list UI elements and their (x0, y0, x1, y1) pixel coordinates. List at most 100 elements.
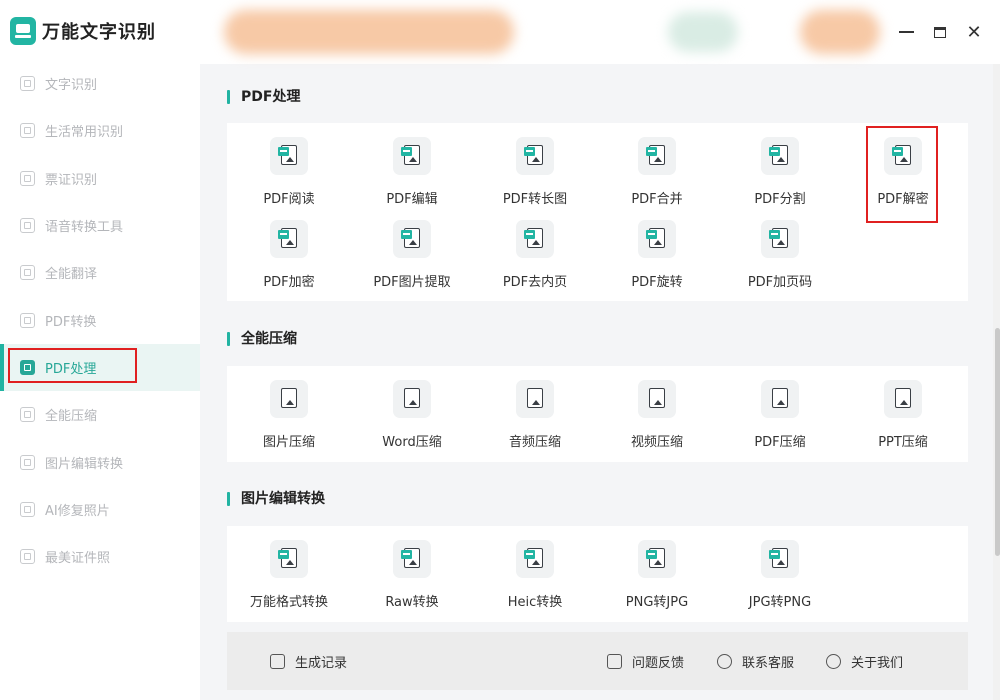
sidebar-item-label: 全能压缩 (45, 409, 98, 425)
tool-label: Raw转换 (385, 595, 439, 610)
maximize-icon (934, 26, 946, 38)
tool-pdf-remove-page[interactable]: PDF去内页 (474, 220, 596, 300)
tool-pdf-merge[interactable]: PDF合并 (596, 137, 718, 217)
audio-compress-icon (516, 380, 554, 418)
tool-label: PDF阅读 (263, 192, 315, 207)
sidebar-item-text-recognition[interactable]: 文字识别 (0, 60, 200, 107)
tool-label: PDF编辑 (386, 192, 438, 207)
pdf-read-icon (270, 137, 308, 175)
tool-pdf-image-extract[interactable]: PDF图片提取 (351, 220, 473, 300)
contact-service-button[interactable]: 联系客服 (717, 652, 794, 671)
sidebar-item-pdf-convert[interactable]: PDF转换 (0, 296, 200, 343)
about-button[interactable]: 关于我们 (826, 652, 903, 671)
section-title-pdf: PDF处理 (227, 88, 300, 106)
tool-label: 视频压缩 (630, 435, 683, 450)
clipboard-icon (270, 654, 285, 669)
footer-bar: 生成记录 问题反馈 联系客服 关于我们 (227, 632, 968, 690)
translate-icon (20, 265, 35, 281)
tool-pdf-split[interactable]: PDF分割 (719, 137, 841, 217)
minimize-button[interactable] (892, 18, 920, 46)
history-label: 生成记录 (295, 656, 348, 671)
tool-pdf-compress[interactable]: PDF压缩 (719, 380, 841, 460)
sidebar-item-ai-repair[interactable]: AI修复照片 (0, 486, 200, 533)
sidebar-item-label: 票证识别 (45, 172, 98, 188)
pdf-page-number-icon (761, 220, 799, 258)
app-logo: 万能文字识别 (10, 17, 156, 45)
ppt-compress-icon (884, 380, 922, 418)
tool-pdf-encrypt[interactable]: PDF加密 (228, 220, 350, 300)
voice-convert-icon (20, 218, 35, 234)
tool-label: PDF旋转 (631, 275, 683, 290)
sidebar-item-label: 全能翻译 (45, 267, 98, 283)
scrollbar[interactable] (993, 64, 1000, 700)
feedback-icon (607, 654, 622, 669)
feedback-button[interactable]: 问题反馈 (607, 652, 684, 671)
sidebar-item-label: AI修复照片 (45, 503, 110, 519)
close-icon: ✕ (966, 21, 982, 43)
pdf-process-icon (20, 359, 35, 375)
tool-pdf-decrypt[interactable]: PDF解密 (842, 137, 964, 217)
tool-png-to-jpg[interactable]: PNG转JPG (596, 540, 718, 620)
maximize-button[interactable] (926, 18, 954, 46)
contact-service-label: 联系客服 (742, 656, 795, 671)
pdf-compress-icon (761, 380, 799, 418)
pdf-tools-card: PDF阅读 PDF编辑 PDF转长图 PDF合并 PDF分割 PDF解密 PDF… (227, 123, 968, 301)
info-icon (826, 654, 841, 669)
tool-label: 图片压缩 (262, 435, 315, 450)
tool-pdf-edit[interactable]: PDF编辑 (351, 137, 473, 217)
tool-pdf-read[interactable]: PDF阅读 (228, 137, 350, 217)
tool-video-compress[interactable]: 视频压缩 (596, 380, 718, 460)
tool-label: PDF加页码 (747, 275, 813, 290)
pdf-rotate-icon (638, 220, 676, 258)
tool-label: PNG转JPG (625, 595, 689, 610)
sidebar-item-image-edit[interactable]: 图片编辑转换 (0, 438, 200, 485)
tool-ppt-compress[interactable]: PPT压缩 (842, 380, 964, 460)
about-label: 关于我们 (851, 656, 904, 671)
sidebar-item-id-photo[interactable]: 最美证件照 (0, 533, 200, 580)
ticket-scan-icon (20, 170, 35, 186)
ai-repair-icon (20, 501, 35, 517)
tool-word-compress[interactable]: Word压缩 (351, 380, 473, 460)
tool-raw-convert[interactable]: Raw转换 (351, 540, 473, 620)
sidebar-nav: 文字识别 生活常用识别 票证识别 语音转换工具 全能翻译 PDF转换 PDF处理… (0, 60, 200, 580)
sidebar-item-compress[interactable]: 全能压缩 (0, 391, 200, 438)
blurred-banner (800, 10, 880, 54)
sidebar-item-label: 最美证件照 (45, 551, 111, 567)
scrollbar-thumb[interactable] (995, 328, 1000, 556)
tool-pdf-to-long-image[interactable]: PDF转长图 (474, 137, 596, 217)
pdf-split-icon (761, 137, 799, 175)
tool-label: JPG转PNG (748, 595, 812, 610)
history-button[interactable]: 生成记录 (270, 652, 347, 671)
image-edit-icon (20, 454, 35, 470)
image-tools-card: 万能格式转换 Raw转换 Heic转换 PNG转JPG JPG转PNG (227, 526, 968, 622)
tool-image-compress[interactable]: 图片压缩 (228, 380, 350, 460)
tool-audio-compress[interactable]: 音频压缩 (474, 380, 596, 460)
close-button[interactable]: ✕ (960, 18, 988, 46)
tool-label: PDF去内页 (502, 275, 568, 290)
section-title-compress: 全能压缩 (227, 330, 297, 348)
scanner-icon (10, 17, 36, 45)
jpg-to-png-icon (761, 540, 799, 578)
top-bar: ✕ (200, 0, 1000, 64)
sidebar-item-translate[interactable]: 全能翻译 (0, 249, 200, 296)
pdf-decrypt-icon (884, 137, 922, 175)
sidebar-item-label: 语音转换工具 (45, 220, 124, 236)
tool-pdf-rotate[interactable]: PDF旋转 (596, 220, 718, 300)
sidebar-item-life-recognition[interactable]: 生活常用识别 (0, 107, 200, 154)
tool-pdf-page-number[interactable]: PDF加页码 (719, 220, 841, 300)
blurred-banner (224, 10, 514, 54)
sidebar-item-voice-tools[interactable]: 语音转换工具 (0, 202, 200, 249)
tool-label: 万能格式转换 (249, 595, 328, 610)
tool-format-convert[interactable]: 万能格式转换 (228, 540, 350, 620)
sidebar-item-pdf-process[interactable]: PDF处理 (0, 343, 200, 392)
tool-label: 音频压缩 (508, 435, 561, 450)
tool-jpg-to-png[interactable]: JPG转PNG (719, 540, 841, 620)
headset-icon (717, 654, 732, 669)
pdf-image-extract-icon (393, 220, 431, 258)
section-title-image: 图片编辑转换 (227, 490, 325, 508)
tool-label: Word压缩 (382, 435, 442, 450)
tool-heic-convert[interactable]: Heic转换 (474, 540, 596, 620)
tool-label: PDF图片提取 (373, 275, 451, 290)
sidebar-item-ticket-recognition[interactable]: 票证识别 (0, 155, 200, 202)
tool-label: PDF压缩 (754, 435, 806, 450)
